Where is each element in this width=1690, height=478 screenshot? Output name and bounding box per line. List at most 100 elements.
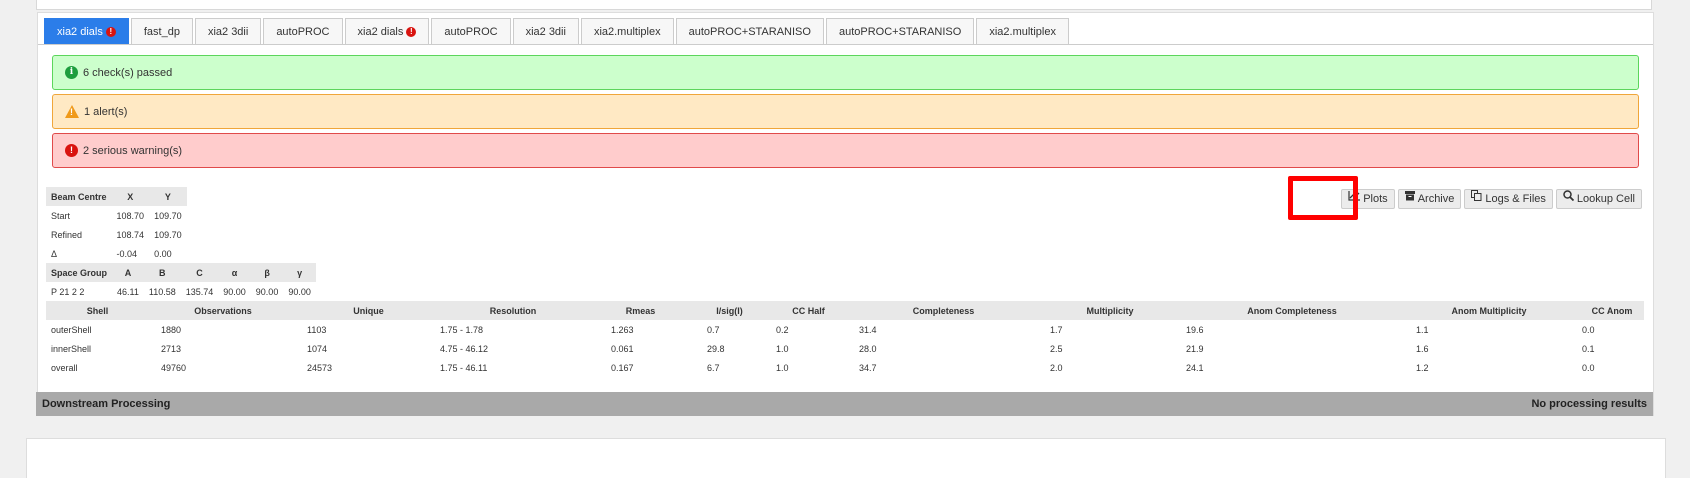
tab-label: xia2 3dii (525, 25, 566, 38)
table-row: Refined 108.74 109.70 (46, 225, 187, 244)
tab-xia2-3dii[interactable]: xia2 3dii (194, 18, 262, 44)
downstream-title: Downstream Processing (42, 398, 171, 410)
table-cell: 110.58 (148, 286, 176, 297)
next-panel-edge (26, 438, 1666, 478)
alerts-alert[interactable]: ! 1 alert(s) (52, 94, 1639, 129)
statistics-table: Shell Observations Unique Resolution Rme… (46, 301, 1644, 377)
tab-autoproc-staraniso-2[interactable]: autoPROC+STARANISO (825, 18, 975, 44)
column-header: Y (149, 187, 187, 206)
warning-mark: ! (70, 107, 73, 117)
table-header-row: Shell Observations Unique Resolution Rme… (46, 301, 1644, 320)
serious-warnings-text: 2 serious warning(s) (83, 144, 183, 157)
column-header: Multiplicity (1034, 301, 1186, 320)
table-cell: innerShell (51, 343, 92, 354)
tab-label: autoPROC (276, 25, 330, 38)
table-cell: 0.1 (1582, 343, 1595, 354)
table-row: Δ -0.04 0.00 (46, 244, 187, 263)
tab-label: xia2 dials (357, 25, 404, 38)
column-header: Unique (297, 301, 440, 320)
previous-panel-edge (36, 0, 1652, 10)
table-cell: overall (51, 362, 78, 373)
tab-xia2-3dii-2[interactable]: xia2 3dii (512, 18, 579, 44)
beam-centre-table: Beam Centre X Y Start 108.70 109.70 Refi… (46, 187, 187, 263)
tab-fast-dp[interactable]: fast_dp (130, 18, 193, 44)
tab-autoproc-staraniso[interactable]: autoPROC+STARANISO (675, 18, 824, 44)
table-row: overall 49760 24573 1.75 - 46.11 0.167 6… (46, 358, 1644, 377)
tab-label: autoPROC+STARANISO (838, 25, 962, 38)
column-header: Space Group (46, 263, 113, 282)
column-header: Resolution (440, 301, 586, 320)
table-cell: 135.74 (185, 286, 214, 297)
table-cell: 2713 (161, 343, 182, 354)
downstream-status: No processing results (1531, 398, 1647, 410)
tab-xia2-multiplex-2[interactable]: xia2.multiplex (976, 18, 1069, 44)
logs-files-button[interactable]: Logs & Files (1464, 189, 1553, 209)
table-cell: 109.70 (154, 210, 182, 221)
table-row: outerShell 1880 1103 1.75 - 1.78 1.263 0… (46, 320, 1644, 339)
table-cell: 1103 (307, 324, 327, 335)
tab-label: xia2 dials (57, 25, 103, 38)
column-header: C (180, 263, 219, 282)
tab-label: xia2 3dii (207, 25, 249, 38)
info-icon: i (65, 66, 78, 79)
table-cell: 31.4 (859, 324, 877, 335)
tab-xia2-dials-2[interactable]: xia2 dials ! (344, 18, 430, 44)
plots-button[interactable]: Plots (1341, 189, 1395, 209)
table-cell: 0.0 (1582, 324, 1595, 335)
chart-line-icon (1348, 189, 1361, 209)
table-cell: 24.1 (1186, 362, 1204, 373)
table-cell: 19.6 (1186, 324, 1204, 335)
serious-warnings-alert[interactable]: ! 2 serious warning(s) (52, 133, 1639, 168)
row-label: Start (51, 210, 71, 221)
copy-icon (1471, 189, 1482, 209)
table-row: innerShell 2713 1074 4.75 - 46.12 0.061 … (46, 339, 1644, 358)
table-header-row: Beam Centre X Y (46, 187, 187, 206)
column-header: I/sig(I) (695, 301, 764, 320)
archive-button[interactable]: Archive (1397, 189, 1462, 209)
table-cell: 29.8 (707, 343, 725, 354)
tab-xia2-multiplex[interactable]: xia2.multiplex (580, 18, 674, 44)
table-cell: 0.0 (1582, 362, 1595, 373)
column-header: B (143, 263, 181, 282)
table-cell: 1.0 (776, 343, 789, 354)
warning-triangle-icon: ! (65, 105, 79, 118)
processing-panel: xia2 dials ! fast_dp xia2 3dii autoPROC … (37, 12, 1654, 416)
table-cell: 0.7 (707, 324, 720, 335)
row-label: Δ (51, 248, 58, 259)
tab-label: fast_dp (143, 25, 180, 38)
table-cell: 46.11 (117, 286, 139, 297)
table-cell: 1880 (161, 324, 182, 335)
warning-icon: ! (406, 26, 417, 37)
table-cell: 21.9 (1186, 343, 1204, 354)
tab-xia2-dials[interactable]: xia2 dials ! (44, 18, 129, 44)
table-row: Start 108.70 109.70 (46, 206, 187, 225)
tab-label: xia2.multiplex (989, 25, 1056, 38)
table-row: P 21 2 2 46.11 110.58 135.74 90.00 90.00… (46, 282, 316, 301)
checks-passed-alert[interactable]: i 6 check(s) passed (52, 55, 1639, 90)
table-cell: 0.167 (611, 362, 634, 373)
table-cell: 1074 (307, 343, 328, 354)
lookup-cell-button[interactable]: Lookup Cell (1555, 189, 1642, 209)
column-header: Completeness (853, 301, 1034, 320)
table-cell: 4.75 - 46.12 (440, 343, 489, 354)
pipeline-tabs: xia2 dials ! fast_dp xia2 3dii autoPROC … (44, 18, 1071, 45)
table-cell: 6.7 (707, 362, 720, 373)
tab-autoproc-2[interactable]: autoPROC (431, 18, 511, 44)
table-cell: 1.7 (1050, 324, 1063, 335)
table-cell: 28.0 (859, 343, 877, 354)
row-label: Refined (51, 229, 83, 240)
table-cell: 0.00 (154, 248, 172, 259)
table-cell: 108.74 (116, 229, 145, 240)
archive-label: Archive (1417, 193, 1455, 205)
column-header: Beam Centre (46, 187, 112, 206)
table-cell: 90.00 (255, 286, 279, 297)
alerts-text: 1 alert(s) (84, 105, 128, 118)
table-cell: 2.5 (1050, 343, 1063, 354)
column-header: Observations (149, 301, 297, 320)
column-header: X (111, 187, 150, 206)
downstream-processing-bar[interactable]: Downstream Processing No processing resu… (36, 392, 1653, 416)
table-cell: 108.70 (116, 210, 145, 221)
table-cell: 90.00 (223, 286, 246, 297)
table-cell: 1.75 - 46.11 (440, 362, 488, 373)
tab-autoproc[interactable]: autoPROC (263, 18, 343, 44)
